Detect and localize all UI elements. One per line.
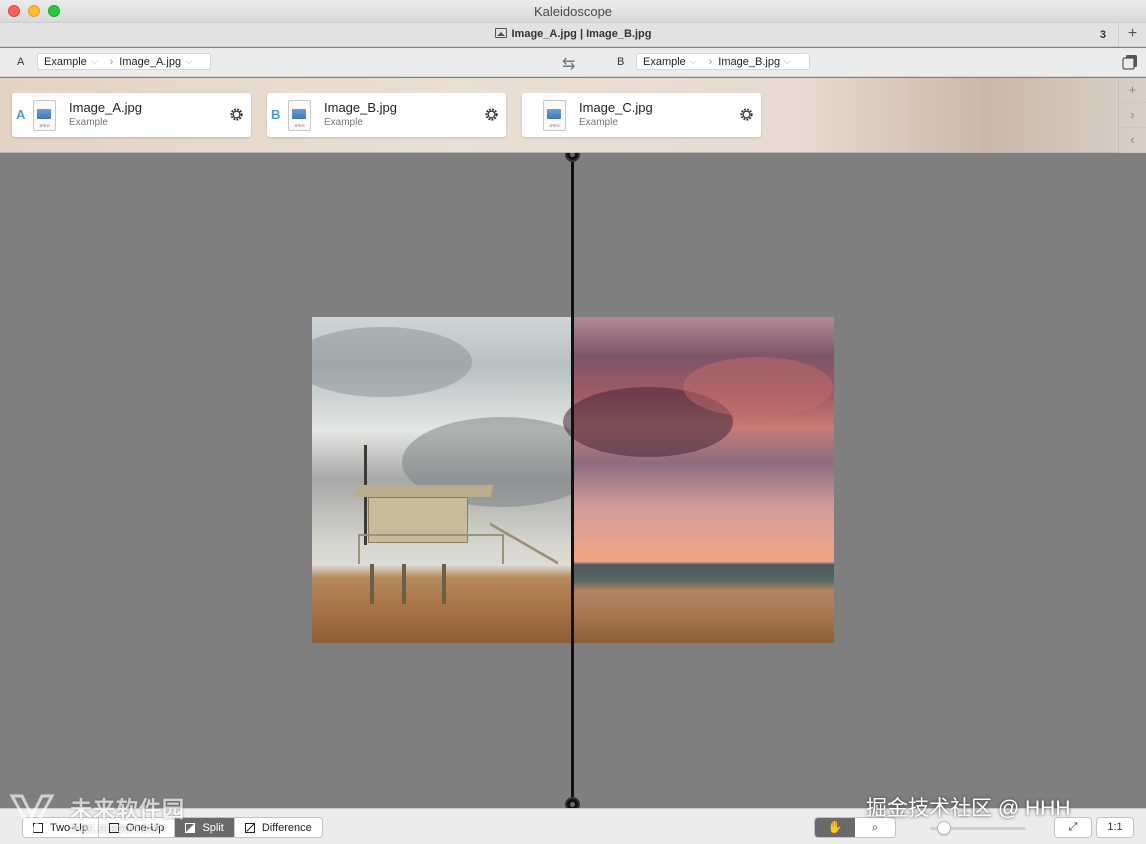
- tower-stairs: [490, 522, 558, 626]
- file-card-c[interactable]: JPEG Image_C.jpg Example: [522, 93, 761, 137]
- mode-difference[interactable]: Difference: [235, 818, 322, 837]
- file-card-letter: A: [16, 107, 26, 122]
- file-card-b[interactable]: B JPEG Image_B.jpg Example: [267, 93, 506, 137]
- file-card-letter: B: [271, 107, 281, 122]
- new-tab-button[interactable]: +: [1118, 23, 1146, 47]
- comparison-canvas[interactable]: [0, 153, 1146, 808]
- chevron-right-icon: ›: [109, 55, 114, 68]
- jpeg-file-icon: JPEG: [33, 100, 56, 131]
- file-shelf: A JPEG Image_A.jpg Example B JPEG Image_…: [0, 78, 1146, 153]
- cloud-shape: [683, 357, 833, 417]
- tower-leg: [370, 564, 374, 604]
- file-card-name: Image_A.jpg: [69, 100, 142, 115]
- image-icon: [494, 28, 507, 38]
- window-title: Kaleidoscope: [533, 4, 613, 19]
- next-file-button[interactable]: ›: [1119, 103, 1146, 128]
- breadcrumb-a-folder[interactable]: Example: [44, 56, 87, 68]
- breadcrumb-a-file[interactable]: Image_A.jpg: [119, 56, 181, 68]
- breadcrumb-b-folder[interactable]: Example: [643, 56, 686, 68]
- difference-icon: [244, 822, 255, 833]
- image-a-half: [312, 317, 602, 643]
- chevron-down-icon: ⌵: [185, 56, 192, 66]
- breadcrumb-b-file[interactable]: Image_B.jpg: [718, 56, 780, 68]
- app-window: Kaleidoscope Image_A.jpg | Image_B.jpg 3…: [0, 0, 1146, 844]
- breadcrumb-a[interactable]: Example ⌵ › Image_A.jpg ⌵: [37, 53, 211, 70]
- breadcrumb-b[interactable]: Example ⌵ › Image_B.jpg ⌵: [636, 53, 810, 70]
- chevron-down-icon: ⌵: [784, 56, 791, 66]
- title-bar: Kaleidoscope: [0, 0, 1146, 23]
- watermark-url: mac.orsoon.com: [70, 820, 167, 835]
- tab-bar: Image_A.jpg | Image_B.jpg 3 +: [0, 23, 1146, 47]
- watermark-left: 未来软件园 mac.orsoon.com: [8, 792, 213, 842]
- split-divider[interactable]: [571, 153, 574, 808]
- jpeg-file-icon: JPEG: [543, 100, 566, 131]
- swap-arrows-icon[interactable]: ⇆: [562, 54, 575, 74]
- file-card-name: Image_C.jpg: [579, 100, 653, 115]
- file-card-folder: Example: [324, 117, 363, 128]
- side-a-label: A: [17, 56, 25, 68]
- image-b-half: [563, 317, 834, 643]
- divider-handle-bottom[interactable]: [565, 797, 580, 808]
- jpeg-file-icon: JPEG: [288, 100, 311, 131]
- gear-icon[interactable]: [484, 107, 499, 122]
- chevron-down-icon: ⌵: [90, 56, 98, 66]
- tab-title-label: Image_A.jpg | Image_B.jpg: [511, 28, 652, 40]
- path-bar: A Example ⌵ › Image_A.jpg ⌵ ⇆ B Example …: [0, 48, 1146, 77]
- copy-icon[interactable]: [1122, 54, 1138, 70]
- watermark-right: 掘金技术社区 @ HHH: [866, 797, 1071, 820]
- file-card-folder: Example: [69, 117, 108, 128]
- tower-leg: [402, 564, 406, 604]
- hand-tool-icon[interactable]: ✋: [815, 818, 855, 837]
- watermark-logo-icon: [9, 794, 55, 836]
- tower-leg: [442, 564, 446, 604]
- tab-comparison[interactable]: Image_A.jpg | Image_B.jpg: [0, 28, 1146, 40]
- file-card-name: Image_B.jpg: [324, 100, 397, 115]
- file-card-a[interactable]: A JPEG Image_A.jpg Example: [12, 93, 251, 137]
- gear-icon[interactable]: [739, 107, 754, 122]
- add-file-button[interactable]: +: [1119, 78, 1146, 103]
- previous-file-button[interactable]: ‹: [1119, 128, 1146, 153]
- gear-icon[interactable]: [229, 107, 244, 122]
- side-b-label: B: [617, 56, 625, 68]
- lifeguard-tower-rail: [358, 534, 504, 564]
- chevron-down-icon: ⌵: [689, 56, 697, 66]
- file-card-folder: Example: [579, 117, 618, 128]
- chevron-right-icon: ›: [708, 55, 713, 68]
- shelf-controls: + › ‹: [1118, 78, 1146, 153]
- actual-size-button[interactable]: 1:1: [1096, 817, 1134, 838]
- tab-count-badge: 3: [1099, 29, 1106, 41]
- cloud-shape: [312, 327, 472, 397]
- zoom-slider-knob[interactable]: [937, 821, 951, 835]
- lifeguard-tower-roof: [354, 485, 494, 497]
- divider-handle-top[interactable]: [565, 153, 580, 162]
